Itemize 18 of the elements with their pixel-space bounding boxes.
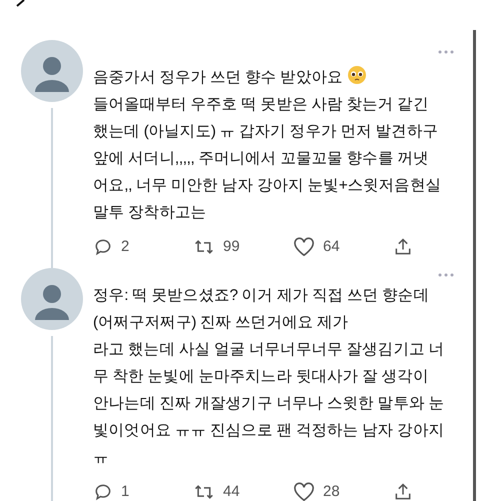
reply-count: 1 — [121, 482, 130, 501]
heart-icon[interactable] — [293, 482, 315, 501]
avatar[interactable] — [20, 268, 82, 330]
retweet-count: 99 — [223, 236, 240, 257]
heart-icon[interactable] — [293, 237, 315, 257]
tweet-text: 정우: 떡 못받으셨죠? 이거 제가 직접 쓰던 향순데 (어쩌구저쩌구) 진짜 쓰던거에요 제가 라고 했는데 사실 얼굴 너무너무너무 잘생김기고 너 무 착한 눈빛에 눈마주치느라 뒷대사가 잘 생각이 안나는데 진짜 개잘생기구 너무나 스윗한 말투와 눈 빛이엇어요 ㅠㅠ 진심으로 팬 걱정하는 남자 강아지 ㅠ — [93, 286, 446, 468]
share-icon[interactable] — [393, 237, 413, 257]
tweet-text: 음중가서 정우가 쓰던 향수 받았아요 들어올때부터 우주호 떡 못받은 사람 찾는거 같긴 했는데 (아닐지도) ㅠ 갑자기 정우가 먼저 발견하구 앞에 서더니,,,,, 주머니에서 꼬물꼬물 향수를 꺼냇 어요,, 너무 미안한 남자 강아지 눈빛+스윗저음현실 말투 장착하고는 — [93, 64, 460, 226]
reply-icon[interactable] — [93, 482, 113, 501]
retweet-count: 44 — [223, 482, 240, 501]
like-count: 64 — [323, 236, 340, 257]
like-count: 28 — [323, 482, 340, 501]
reply-count: 2 — [121, 236, 130, 257]
avatar[interactable] — [20, 40, 82, 102]
retweet-icon[interactable] — [193, 482, 215, 501]
retweet-icon[interactable] — [193, 237, 215, 257]
share-icon[interactable] — [393, 482, 413, 501]
reply-icon[interactable] — [93, 237, 113, 257]
